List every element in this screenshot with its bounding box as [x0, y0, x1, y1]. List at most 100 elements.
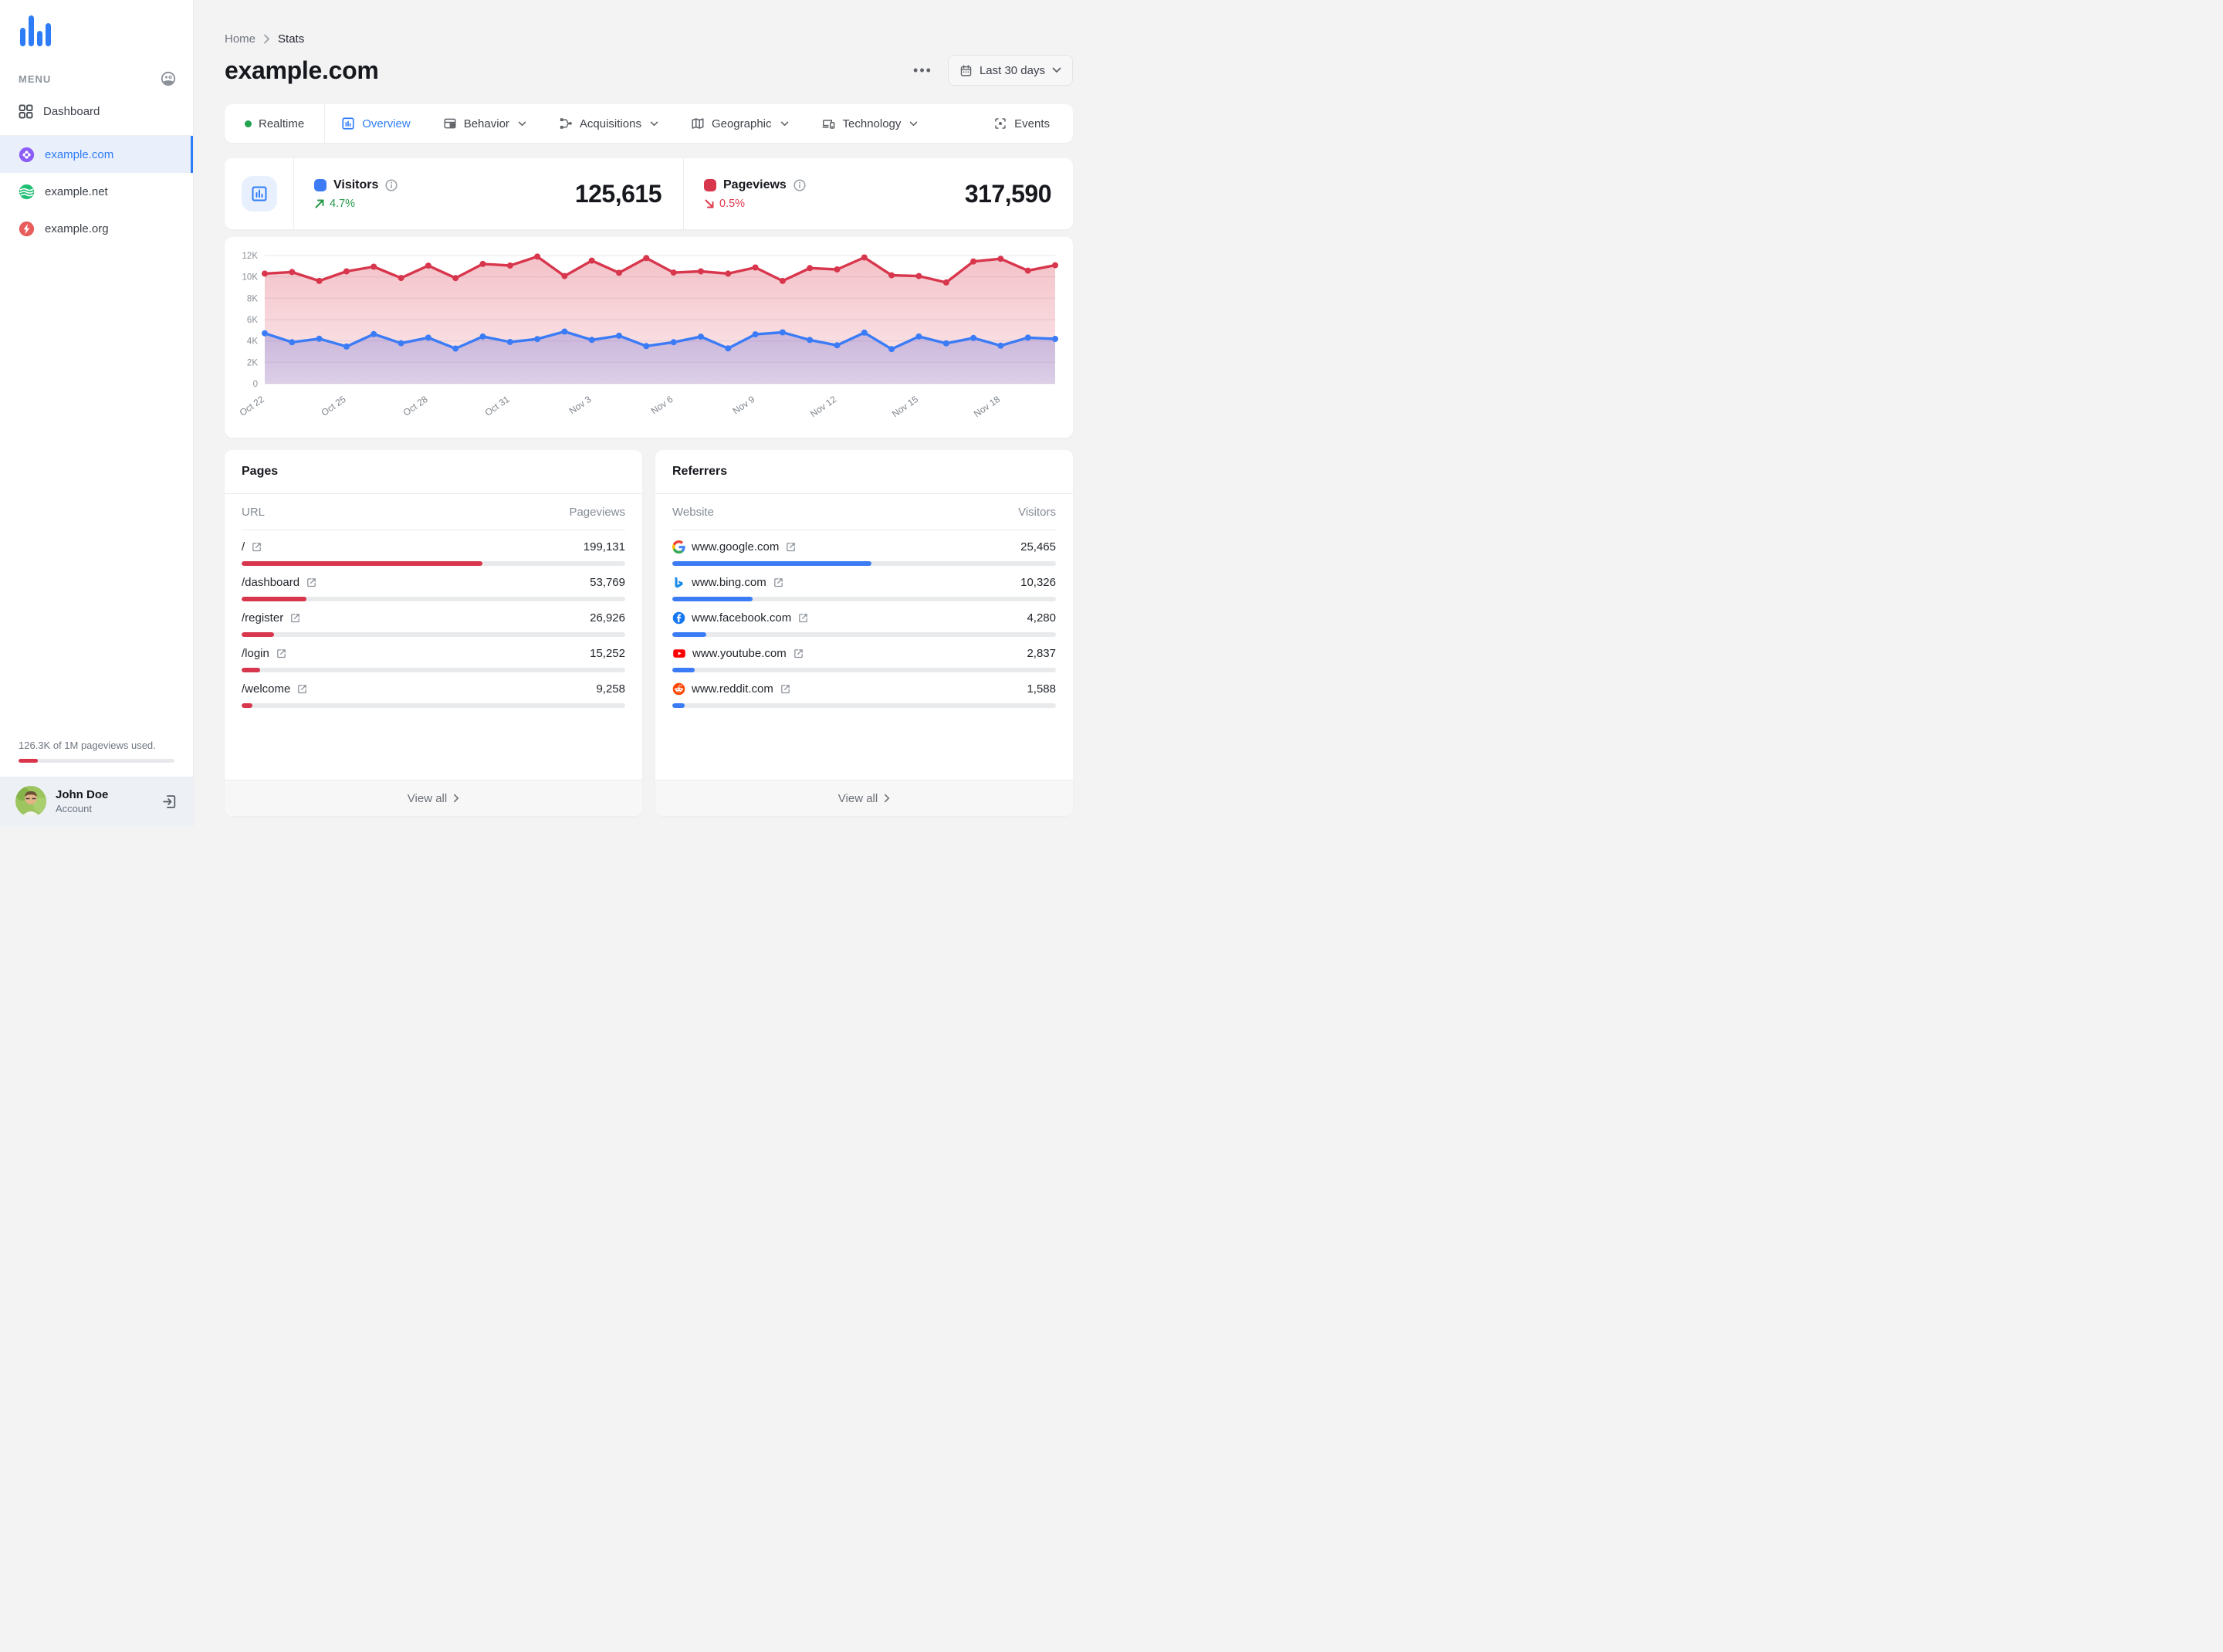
realtime-dot-icon: [245, 120, 252, 127]
tab-label: Acquisitions: [579, 117, 641, 130]
site-favicon-bolt-icon: [19, 221, 35, 237]
svg-text:Nov 9: Nov 9: [731, 394, 757, 417]
referrer-link[interactable]: www.reddit.com: [672, 682, 791, 696]
sidebar-item-example-org[interactable]: example.org: [0, 210, 193, 247]
chart-icon-badge: [241, 176, 277, 212]
sidebar: MENU Dashboard example.com example.net e…: [0, 0, 194, 826]
chevron-down-icon: [650, 121, 658, 127]
chevron-down-icon: [518, 121, 526, 127]
date-range-button[interactable]: Last 30 days: [947, 55, 1073, 86]
theme-toggle-icon[interactable]: [161, 71, 176, 86]
tab-events[interactable]: Events: [977, 104, 1073, 143]
sidebar-item-dashboard[interactable]: Dashboard: [0, 94, 193, 129]
external-link-icon: [298, 685, 307, 694]
pages-view-all-button[interactable]: View all: [225, 780, 642, 816]
pageviews-count: 199,131: [583, 540, 625, 553]
table-row: www.google.com 25,465: [672, 530, 1056, 566]
tab-label: Realtime: [259, 117, 305, 130]
more-options-button[interactable]: •••: [908, 58, 937, 83]
table-row: /welcome 9,258: [242, 672, 625, 708]
account-section[interactable]: John Doe Account: [0, 777, 193, 826]
pageviews-change: 0.5%: [704, 198, 806, 210]
referrer-link[interactable]: www.bing.com: [672, 576, 784, 589]
chevron-down-icon: [909, 121, 918, 127]
chevron-down-icon: [1052, 67, 1061, 73]
referrer-link[interactable]: www.google.com: [672, 540, 797, 553]
arrow-up-right-icon: [315, 199, 324, 208]
breadcrumb-home[interactable]: Home: [225, 32, 255, 46]
page-url-link[interactable]: /dashboard: [242, 576, 317, 589]
sidebar-item-example-net[interactable]: example.net: [0, 173, 193, 210]
tab-realtime[interactable]: Realtime: [225, 104, 326, 143]
sidebar-item-example-com[interactable]: example.com: [0, 136, 193, 173]
behavior-layout-icon: [443, 117, 457, 130]
external-link-icon: [291, 614, 299, 623]
external-link-icon: [277, 649, 286, 658]
tab-overview[interactable]: Overview: [325, 104, 427, 143]
svg-text:6K: 6K: [247, 316, 258, 325]
acquisitions-branch-icon: [559, 117, 573, 130]
pageviews-swatch: [704, 178, 716, 191]
traffic-chart-card: 0 2K 4K 6K 8K 10K 12K Oct 22 Oct 25 Oct 28 Oct 31 N…: [225, 237, 1073, 438]
referrers-view-all-button[interactable]: View all: [655, 780, 1073, 816]
menu-header: MENU: [0, 60, 193, 94]
referrers-card-title: Referrers: [655, 450, 1073, 494]
svg-text:Oct 22: Oct 22: [238, 394, 266, 418]
tab-behavior[interactable]: Behavior: [427, 104, 543, 143]
chevron-down-icon: [780, 121, 789, 127]
page-url-link[interactable]: /login: [242, 647, 287, 660]
svg-text:0: 0: [253, 380, 258, 389]
external-link-icon: [307, 578, 316, 587]
tab-label: Events: [1014, 117, 1050, 130]
pageviews-count: 53,769: [590, 576, 625, 589]
site-name: example.com: [45, 147, 114, 161]
site-name: example.org: [45, 222, 109, 235]
svg-text:Nov 3: Nov 3: [567, 394, 594, 417]
table-row: /dashboard 53,769: [242, 566, 625, 601]
page-url-link[interactable]: /register: [242, 611, 301, 625]
visitors-change: 4.7%: [314, 198, 398, 210]
facebook-favicon: [672, 611, 685, 625]
info-icon[interactable]: [385, 178, 398, 191]
chevron-right-icon: [885, 794, 890, 803]
external-link-icon: [787, 543, 796, 552]
pages-card: Pages URL Pageviews / 199,131 /dashboard…: [225, 450, 642, 816]
date-range-label: Last 30 days: [979, 63, 1045, 77]
table-row: / 199,131: [242, 530, 625, 566]
pageviews-bar: [242, 703, 625, 708]
summary-stats-card: Visitors 4.7% 125,615 Pageviews 0.5% 317…: [225, 158, 1073, 229]
logout-icon[interactable]: [161, 794, 178, 810]
visitors-count: 10,326: [1020, 576, 1056, 589]
technology-devices-icon: [821, 117, 836, 130]
bing-favicon: [675, 577, 683, 588]
table-row: /login 15,252: [242, 637, 625, 672]
visitors-stat: Visitors 4.7% 125,615: [294, 158, 683, 229]
page-url-link[interactable]: /: [242, 540, 262, 553]
svg-text:Nov 12: Nov 12: [808, 394, 838, 419]
svg-text:Oct 31: Oct 31: [483, 394, 512, 418]
geographic-map-icon: [691, 117, 705, 130]
svg-text:2K: 2K: [247, 358, 258, 367]
svg-text:4K: 4K: [247, 337, 258, 347]
breadcrumb-stats: Stats: [278, 32, 305, 46]
tab-label: Geographic: [711, 117, 772, 130]
tab-technology[interactable]: Technology: [805, 104, 935, 143]
external-link-icon: [781, 685, 790, 694]
external-link-icon: [773, 578, 783, 587]
tab-geographic[interactable]: Geographic: [675, 104, 805, 143]
referrer-link[interactable]: www.facebook.com: [672, 611, 809, 625]
visitors-label: Visitors: [333, 178, 379, 191]
info-icon[interactable]: [793, 178, 806, 191]
usage-text: 126.3K of 1M pageviews used.: [19, 740, 156, 751]
visitors-value: 125,615: [574, 179, 662, 208]
pageviews-count: 9,258: [596, 682, 625, 696]
table-row: www.facebook.com 4,280: [672, 601, 1056, 637]
tab-acquisitions[interactable]: Acquisitions: [543, 104, 675, 143]
table-row: /register 26,926: [242, 601, 625, 637]
site-favicon-clover-icon: [19, 147, 35, 163]
bar-chart-logo-icon: [20, 15, 51, 46]
referrer-link[interactable]: www.youtube.com: [672, 647, 804, 660]
page-url-link[interactable]: /welcome: [242, 682, 308, 696]
svg-text:Nov 18: Nov 18: [972, 394, 1002, 419]
table-row: www.youtube.com 2,837: [672, 637, 1056, 672]
